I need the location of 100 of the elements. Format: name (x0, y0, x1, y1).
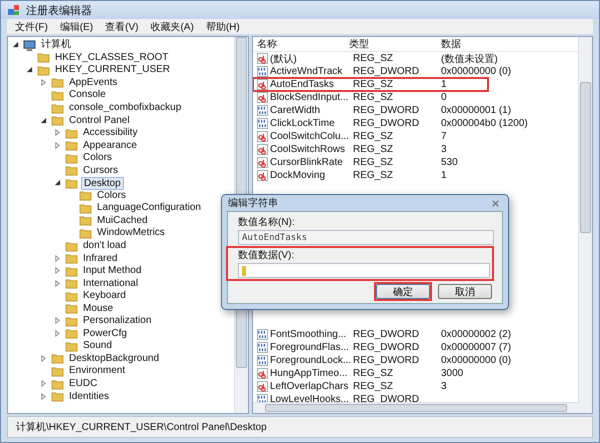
value-type: REG_SZ (352, 368, 394, 379)
collapse-arrow-icon[interactable] (40, 116, 47, 124)
expand-arrow-icon[interactable] (40, 380, 47, 388)
value-data: 0x00000000 (0) (440, 66, 512, 77)
collapse-arrow-icon[interactable] (12, 41, 19, 48)
value-name[interactable]: DockMoving (270, 170, 326, 181)
column-header[interactable]: 类型 (345, 37, 437, 51)
tree-item[interactable]: Colors (81, 152, 114, 164)
tree-item[interactable]: Accessibility (81, 127, 140, 140)
value-name[interactable]: HungAppTimeo... (270, 368, 348, 379)
collapse-arrow-icon[interactable] (26, 66, 33, 74)
expand-arrow-icon[interactable] (40, 392, 47, 400)
tree-item[interactable]: PowerCfg (81, 328, 129, 340)
tree-item[interactable]: Keyboard (81, 290, 128, 302)
value-name[interactable]: BlockSendInput... (270, 92, 348, 103)
tree-item[interactable]: Cursors (81, 164, 120, 177)
value-name[interactable]: CoolSwitchRows (270, 144, 346, 155)
tree-item[interactable]: Desktop (81, 176, 124, 190)
tree-item[interactable]: Personalization (81, 315, 154, 328)
value-name-field[interactable]: AutoEndTasks (238, 230, 494, 245)
tree-item[interactable]: Appearance (81, 140, 139, 152)
value-name[interactable]: CursorBlinkRate (270, 157, 343, 168)
tree-item[interactable]: MuiCached (95, 214, 150, 227)
tree-item[interactable]: 计算机 (39, 39, 73, 52)
value-name[interactable]: CoolSwitchColu... (270, 131, 349, 142)
value-name[interactable]: AutoEndTasks (270, 79, 334, 90)
tree-item[interactable]: DesktopBackground (67, 352, 162, 365)
dialog-button[interactable]: 确定 (376, 284, 430, 299)
binary-value-icon (257, 342, 268, 353)
value-name[interactable]: FontSmoothing... (270, 329, 346, 340)
expand-arrow-icon[interactable] (54, 280, 61, 287)
status-path: 计算机\HKEY_CURRENT_USER\Control Panel\Desktop (16, 420, 267, 434)
value-name[interactable]: ForegroundLock... (270, 355, 352, 366)
expand-arrow-icon[interactable] (54, 254, 61, 262)
tree-item[interactable]: WindowMetrics (95, 227, 167, 240)
tree-item[interactable]: EUDC (67, 378, 100, 390)
expand-arrow-icon[interactable] (40, 78, 47, 86)
tree-item[interactable]: Colors (95, 190, 128, 202)
tree-item[interactable]: Control Panel (67, 114, 132, 127)
value-name[interactable]: ForegroundFlas... (270, 342, 349, 353)
expand-arrow-icon[interactable] (54, 129, 61, 136)
folder-icon (79, 202, 92, 214)
expand-arrow-icon[interactable] (40, 354, 47, 362)
tree-item[interactable]: console_combofixbackup (67, 102, 184, 114)
value-name[interactable]: (默认) (270, 52, 297, 66)
folder-icon (65, 152, 78, 164)
folder-icon (65, 140, 78, 152)
tree-item[interactable]: International (81, 278, 140, 290)
folder-icon (51, 115, 64, 126)
folder-icon (65, 266, 78, 277)
value-name[interactable]: CaretWidth (270, 105, 320, 116)
value-data: 0x00000007 (7) (440, 342, 512, 353)
tree-item[interactable]: don't load (81, 240, 128, 252)
computer-icon (23, 40, 36, 51)
tree-item[interactable]: Mouse (81, 302, 116, 315)
expand-arrow-icon[interactable] (54, 267, 61, 274)
tree-item[interactable]: Console (67, 89, 108, 102)
value-name[interactable]: ActiveWndTrack (270, 66, 342, 77)
value-data-field[interactable] (238, 263, 490, 278)
menu-item[interactable]: 收藏夹(A) (150, 20, 194, 34)
menu-item[interactable]: 帮助(H) (206, 20, 240, 34)
tree-item[interactable]: Identities (67, 390, 112, 403)
value-name[interactable]: LowLevelHooks... (270, 394, 349, 405)
folder-icon (79, 228, 92, 239)
value-data: 7 (440, 131, 448, 142)
menu-item[interactable]: 编辑(E) (60, 20, 94, 34)
scrollbar[interactable] (578, 37, 592, 413)
tree-item[interactable]: Environment (67, 365, 128, 378)
folder-icon (79, 215, 92, 226)
tree-item[interactable]: Infrared (81, 252, 120, 265)
value-type: REG_DWORD (352, 118, 420, 129)
collapse-arrow-icon[interactable] (54, 179, 61, 186)
tree-item[interactable]: AppEvents (67, 76, 120, 89)
tree-item[interactable]: HKEY_CURRENT_USER (53, 64, 172, 76)
value-type: REG_DWORD (352, 342, 420, 353)
value-type: REG_SZ (352, 144, 394, 155)
folder-icon (65, 128, 78, 139)
value-data: 1 (440, 79, 448, 90)
value-type: REG_DWORD (352, 355, 420, 366)
expand-arrow-icon[interactable] (54, 142, 61, 149)
tree-item[interactable]: HKEY_CLASSES_ROOT (53, 52, 170, 64)
dialog-button[interactable]: 取消 (438, 284, 492, 299)
expand-arrow-icon[interactable] (54, 317, 61, 324)
expand-arrow-icon[interactable] (54, 330, 61, 337)
folder-icon (65, 178, 78, 189)
menu-item[interactable]: 文件(F) (15, 20, 48, 34)
column-header[interactable]: 数据 (437, 37, 578, 51)
value-name[interactable]: ClickLockTime (270, 118, 335, 129)
tree-item[interactable]: LanguageConfiguration (95, 202, 203, 214)
tree-item[interactable]: Sound (81, 340, 114, 352)
value-name[interactable]: LeftOverlapChars (270, 381, 348, 392)
value-type: REG_SZ (352, 157, 394, 168)
menu-item[interactable]: 查看(V) (105, 20, 138, 34)
string-value-icon (257, 53, 268, 64)
string-value-icon (257, 79, 268, 90)
horizontal-scrollbar[interactable] (253, 402, 579, 413)
close-icon[interactable] (491, 198, 500, 208)
tree-item[interactable]: Input Method (81, 265, 144, 278)
column-header[interactable]: 名称 (253, 37, 345, 51)
folder-icon (65, 303, 78, 314)
